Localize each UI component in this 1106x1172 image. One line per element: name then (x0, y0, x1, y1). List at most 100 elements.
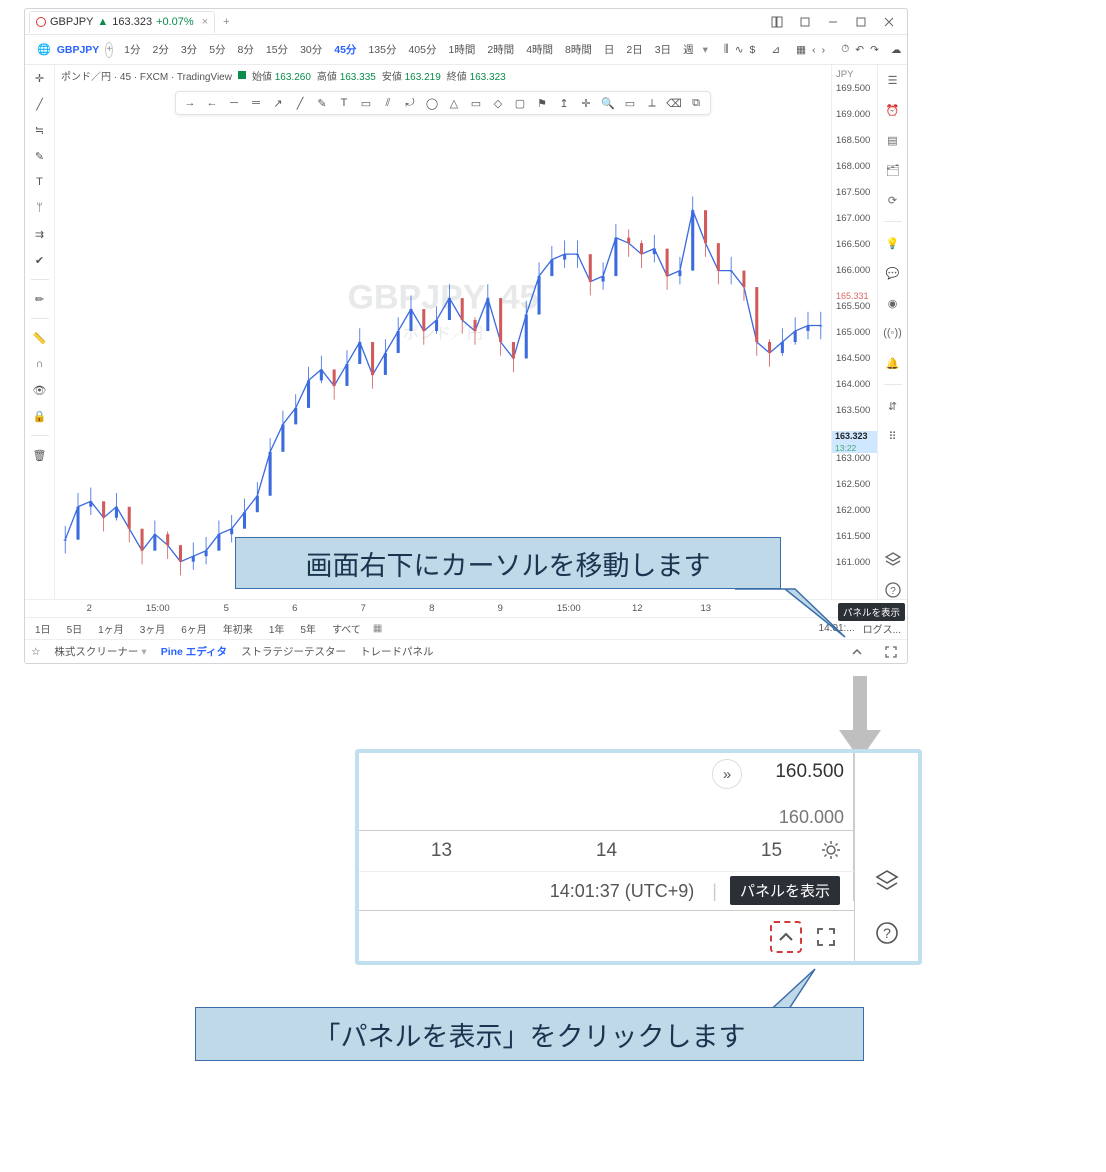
close-tab-icon[interactable]: × (202, 16, 208, 28)
tf-2d[interactable]: 2日 (623, 42, 645, 57)
tf-1m[interactable]: 1分 (121, 42, 143, 57)
arrow-icon[interactable]: → (182, 95, 198, 111)
zoom-fullscreen-icon[interactable] (812, 923, 840, 951)
tf-4h[interactable]: 4時間 (523, 42, 556, 57)
screener-tab[interactable]: 株式スクリーナー ▾ (54, 644, 146, 659)
tf-1h[interactable]: 1時間 (446, 42, 479, 57)
price-axis[interactable]: JPY 169.500 169.000 168.500 168.000 167.… (831, 65, 877, 599)
arrow-left-icon[interactable]: ← (204, 95, 220, 111)
rect2-icon[interactable]: ▢ (512, 95, 528, 111)
tf-2m[interactable]: 2分 (150, 42, 172, 57)
zoom-gear-icon[interactable] (820, 839, 842, 864)
fib-icon[interactable]: ⫽ (380, 95, 396, 111)
data-icon[interactable]: ⠿ (884, 427, 902, 445)
chevron-right-icon[interactable]: › (822, 41, 826, 59)
tf-w[interactable]: 週 (680, 42, 697, 57)
compare-icon[interactable]: ⊿ (771, 41, 780, 59)
tf-3d[interactable]: 3日 (652, 42, 674, 57)
redo-icon[interactable]: ↷ (870, 41, 879, 59)
range-3m[interactable]: 3ヶ月 (136, 621, 170, 636)
long-icon[interactable]: ↥ (556, 95, 572, 111)
alert-icon[interactable]: ⏱ (841, 41, 849, 59)
layers-icon[interactable] (884, 551, 902, 569)
news-icon[interactable]: ▤ (884, 131, 902, 149)
ellipse-icon[interactable]: ◯ (424, 95, 440, 111)
channel-icon[interactable]: ≒ (31, 121, 49, 139)
tf-2h[interactable]: 2時間 (484, 42, 517, 57)
triangle-icon[interactable]: △ (446, 95, 462, 111)
dom-icon[interactable]: ⇵ (884, 397, 902, 415)
close-window-icon[interactable] (875, 12, 903, 32)
cursor-icon[interactable]: ✛ (31, 69, 49, 87)
magnet-icon[interactable]: ∩ (31, 355, 49, 373)
collapse-chevrons-icon[interactable]: » (712, 759, 742, 789)
symbol-picker[interactable]: GBPJPY (57, 44, 100, 56)
new-tab-button[interactable]: + (215, 16, 237, 28)
zoom-panel-expand-button[interactable] (770, 921, 802, 953)
stream-icon[interactable]: ◉ (884, 294, 902, 312)
watchlist-icon[interactable]: ☰ (884, 71, 902, 89)
indicators-icon[interactable]: ∿ (735, 41, 744, 59)
tf-8h[interactable]: 8時間 (562, 42, 595, 57)
path-icon[interactable]: ⤾ (402, 95, 418, 111)
pattern-icon[interactable]: ᛘ (31, 199, 49, 217)
notification-icon[interactable]: 🔔 (884, 354, 902, 372)
flag-icon[interactable]: ⚑ (534, 95, 550, 111)
zoom-layers-icon[interactable] (873, 867, 901, 895)
tf-8m[interactable]: 8分 (235, 42, 257, 57)
log-scale-text[interactable]: ログス... (863, 621, 901, 636)
layout-grid-icon[interactable]: ▦ (796, 41, 806, 59)
hotlist-icon[interactable]: 🗂 (884, 161, 902, 179)
calendar-icon[interactable]: ⟳ (884, 191, 902, 209)
trade-panel-tab[interactable]: トレードパネル (360, 644, 434, 659)
cloud-icon[interactable]: ☁ (891, 41, 902, 59)
chat-icon[interactable]: 💬 (884, 264, 902, 282)
tf-405m[interactable]: 405分 (405, 42, 439, 57)
chart-canvas[interactable]: GBPJPY, 45 ポンド／円 (55, 85, 831, 599)
measure-icon[interactable]: ⟂ (644, 95, 660, 111)
star-icon[interactable]: ☆ (31, 646, 40, 658)
callout-icon[interactable]: ▭ (622, 95, 638, 111)
zoom-icon[interactable]: 🔍 (600, 95, 616, 111)
browser-tab[interactable]: GBPJPY ▲ 163.323 +0.07% × (29, 11, 215, 33)
pine-editor-tab[interactable]: Pine エディタ (161, 644, 227, 659)
strategy-tester-tab[interactable]: ストラテジーテスター (241, 644, 346, 659)
rect-icon[interactable]: ▭ (468, 95, 484, 111)
eye-icon[interactable]: 👁 (31, 381, 49, 399)
more-draw-icon[interactable]: ⧉ (688, 95, 704, 111)
broadcast-icon[interactable]: ((◦)) (884, 324, 902, 342)
check-icon[interactable]: ✔ (31, 251, 49, 269)
tf-15m[interactable]: 15分 (263, 42, 291, 57)
lock-icon[interactable]: 🔒 (31, 407, 49, 425)
cross-icon[interactable]: ✛ (578, 95, 594, 111)
sketch-icon[interactable]: ✎ (314, 95, 330, 111)
text-icon[interactable]: T (336, 95, 352, 111)
chevron-left-icon[interactable]: ‹ (812, 41, 816, 59)
parallel-icon[interactable]: ═ (248, 95, 264, 111)
candle-style-icon[interactable]: ⫼ (724, 41, 729, 59)
range-5d[interactable]: 5日 (63, 621, 87, 636)
range-ytd[interactable]: 年初来 (219, 621, 257, 636)
range-6m[interactable]: 6ヶ月 (177, 621, 211, 636)
tf-d[interactable]: 日 (601, 42, 618, 57)
tf-5m[interactable]: 5分 (206, 42, 228, 57)
alerts-rail-icon[interactable]: ⏰ (884, 101, 902, 119)
ray-icon[interactable]: ↗ (270, 95, 286, 111)
ruler-icon[interactable]: 📏 (31, 329, 49, 347)
popout-icon[interactable] (791, 12, 819, 32)
pine-button[interactable]: Pine▾ (907, 41, 908, 59)
tf-135m[interactable]: 135分 (365, 42, 399, 57)
layout-icon[interactable] (763, 12, 791, 32)
brush-icon[interactable]: ✎ (31, 147, 49, 165)
zoom-help-icon[interactable]: ? (873, 919, 901, 947)
comment-icon[interactable]: ▭ (358, 95, 374, 111)
minimize-icon[interactable] (819, 12, 847, 32)
undo-icon[interactable]: ↶ (855, 41, 864, 59)
add-symbol-button[interactable]: + (105, 42, 113, 58)
chart-area[interactable]: ポンド／円 · 45 · FXCM · TradingView 始値 163.2… (55, 65, 831, 599)
tf-30m[interactable]: 30分 (297, 42, 325, 57)
range-1m[interactable]: 1ヶ月 (94, 621, 128, 636)
tf-3m[interactable]: 3分 (178, 42, 200, 57)
range-5y[interactable]: 5年 (296, 621, 320, 636)
range-1y[interactable]: 1年 (265, 621, 289, 636)
